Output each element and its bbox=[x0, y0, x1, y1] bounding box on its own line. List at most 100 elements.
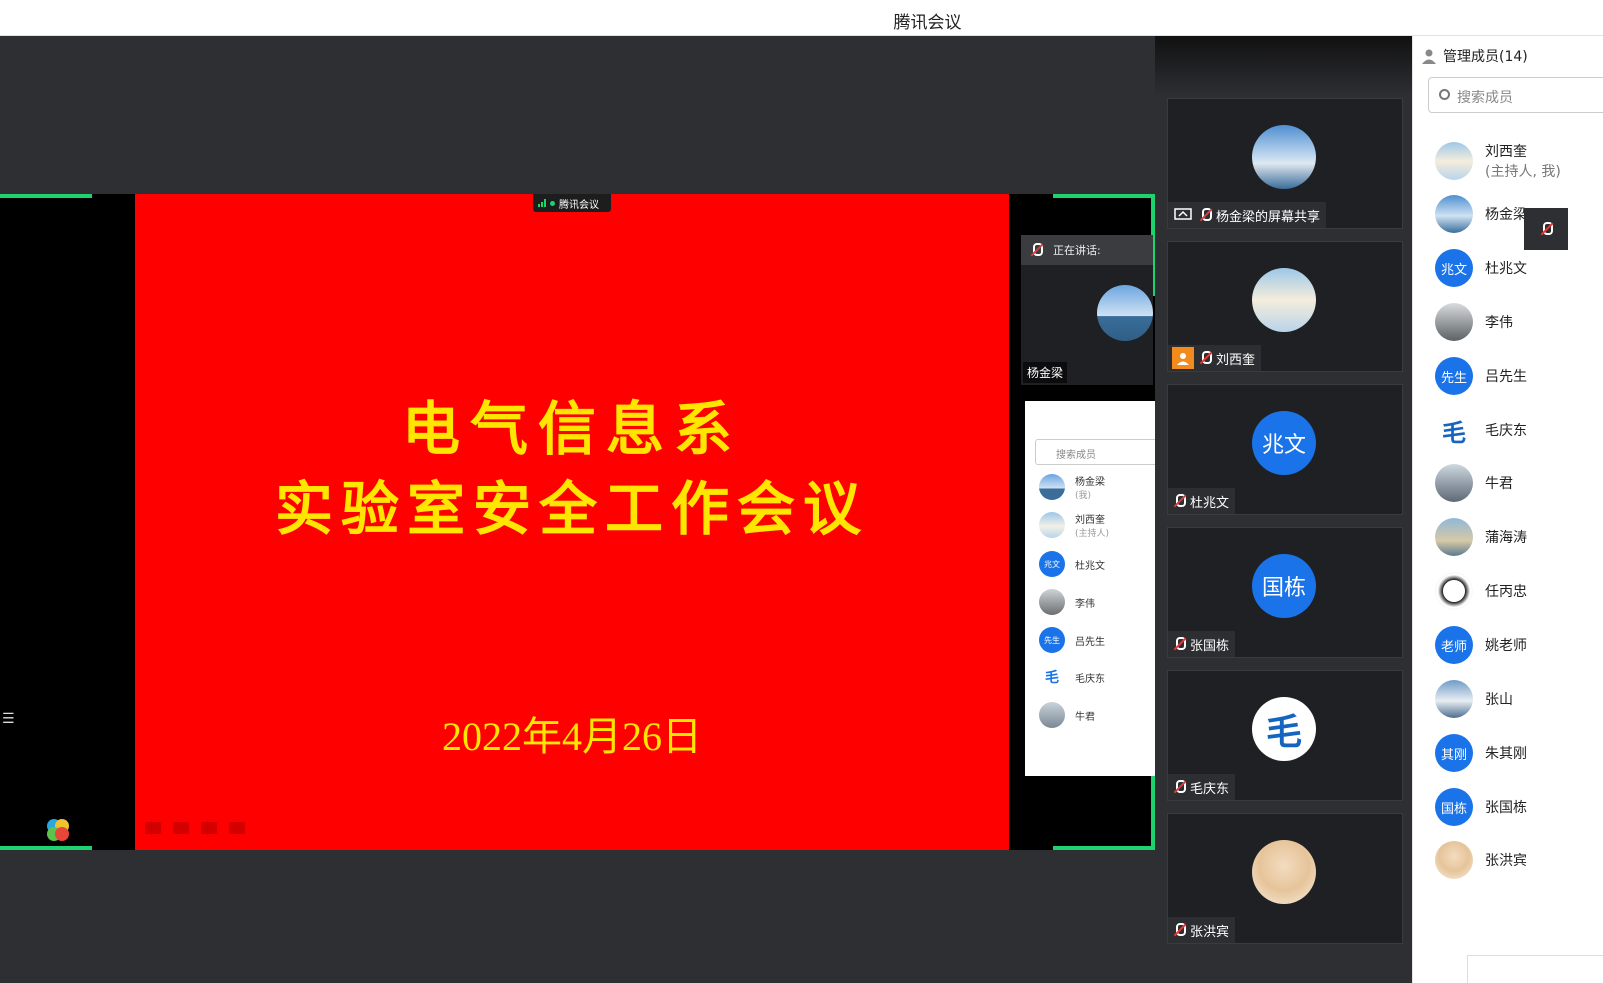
video-tile[interactable]: 毛 毛庆东 bbox=[1167, 670, 1403, 801]
member-name: 牛君 bbox=[1485, 476, 1513, 492]
avatar: 先生 bbox=[1039, 627, 1065, 653]
member-item[interactable]: 兆文 杜兆文 bbox=[1435, 249, 1527, 287]
members-panel: 管理成员(14) 搜索成员 刘西奎 (主持人, 我) 杨金梁 兆文 杜兆文 李伟 … bbox=[1412, 36, 1603, 983]
avatar-text: 毛 bbox=[1265, 712, 1302, 753]
list-item: 杨金梁 (我) bbox=[1039, 473, 1105, 501]
member-name: 姚老师 bbox=[1485, 638, 1527, 654]
member-sub: (我) bbox=[1075, 491, 1092, 501]
avatar: 先生 bbox=[1435, 357, 1473, 395]
member-sub: (主持人) bbox=[1075, 529, 1110, 539]
member-item[interactable]: 老师 姚老师 bbox=[1435, 626, 1527, 664]
video-tile[interactable]: 张洪宾 bbox=[1167, 813, 1403, 944]
member-name: 杜兆文 bbox=[1075, 560, 1105, 572]
mic-muted-icon bbox=[1172, 923, 1186, 937]
shared-members-panel: 搜索成员 杨金梁 (我) 刘西奎 (主持人) 兆文 杜兆文 李伟 先生 吕先生 bbox=[1025, 401, 1159, 776]
slide-title-line1: 电气信息系 bbox=[401, 395, 742, 463]
member-item[interactable]: 蒲海涛 bbox=[1435, 518, 1527, 556]
avatar bbox=[1435, 572, 1473, 610]
list-item: 刘西奎 (主持人) bbox=[1039, 511, 1109, 539]
mic-muted-icon bbox=[1172, 494, 1186, 508]
member-item[interactable]: 牛君 bbox=[1435, 464, 1513, 502]
avatar-text: 先生 bbox=[1440, 370, 1467, 386]
list-item: 毛 毛庆东 bbox=[1039, 664, 1105, 690]
signal-icon bbox=[538, 199, 546, 207]
search-placeholder: 搜索成员 bbox=[1457, 90, 1513, 106]
avatar: 兆文 bbox=[1435, 249, 1473, 287]
user-icon bbox=[1172, 347, 1194, 369]
avatar bbox=[1252, 840, 1316, 904]
avatar-text: 兆文 bbox=[1440, 262, 1467, 278]
video-tiles-column: 杨金梁的屏幕共享 刘西奎 兆文 杜兆文 国栋 张国栋 毛 毛庆东 张洪宾 bbox=[1155, 36, 1412, 983]
tile-name: 张洪宾 bbox=[1190, 924, 1230, 940]
side-menu-icon[interactable]: ☰ bbox=[2, 711, 15, 727]
prev-arrow-icon[interactable] bbox=[145, 822, 161, 834]
window-titlebar: 腾讯会议 bbox=[0, 0, 1603, 36]
member-item[interactable]: 国栋 张国栋 bbox=[1435, 788, 1527, 826]
list-item: 李伟 bbox=[1039, 589, 1095, 615]
member-name: 杨金梁 bbox=[1075, 477, 1105, 488]
video-tile[interactable]: 兆文 杜兆文 bbox=[1167, 384, 1403, 515]
tile-name: 毛庆东 bbox=[1190, 781, 1230, 797]
member-item[interactable]: 刘西奎 (主持人, 我) bbox=[1435, 141, 1561, 181]
list-item: 牛君 bbox=[1039, 702, 1095, 728]
member-item[interactable]: 李伟 bbox=[1435, 303, 1513, 341]
video-tile[interactable]: 刘西奎 bbox=[1167, 241, 1403, 372]
next-arrow-icon[interactable] bbox=[229, 822, 245, 834]
member-name: 蒲海涛 bbox=[1485, 530, 1527, 546]
mic-muted-icon bbox=[1198, 208, 1212, 222]
member-item[interactable]: 先生 吕先生 bbox=[1435, 357, 1527, 395]
screen-share-view[interactable]: 电气信息系 实验室安全工作会议 2022年4月26日 腾讯会议 正在讲话: 杨金… bbox=[0, 194, 1159, 850]
avatar bbox=[1039, 474, 1065, 500]
mic-muted-icon bbox=[1029, 243, 1043, 257]
avatar bbox=[1435, 518, 1473, 556]
members-icon bbox=[1422, 49, 1436, 64]
tile-name: 杨金梁的屏幕共享 bbox=[1216, 209, 1321, 225]
member-name: 李伟 bbox=[1485, 315, 1513, 331]
member-item[interactable]: 杨金梁 bbox=[1435, 195, 1527, 233]
member-item[interactable]: 张山 bbox=[1435, 680, 1513, 718]
member-name: 李伟 bbox=[1075, 598, 1095, 610]
member-name: 张国栋 bbox=[1485, 800, 1527, 816]
active-frame-corner bbox=[1053, 194, 1155, 198]
mic-muted-icon bbox=[1172, 780, 1186, 794]
speaking-indicator: 正在讲话: 杨金梁 bbox=[1021, 235, 1153, 385]
tile-name: 刘西奎 bbox=[1216, 352, 1256, 368]
avatar: 国栋 bbox=[1435, 788, 1473, 826]
avatar-text: 国栋 bbox=[1261, 576, 1306, 601]
member-name: 吕先生 bbox=[1485, 369, 1527, 385]
member-name: 吕先生 bbox=[1075, 636, 1105, 648]
search-icon bbox=[1439, 89, 1450, 100]
main-stage: 电气信息系 实验室安全工作会议 2022年4月26日 腾讯会议 正在讲话: 杨金… bbox=[0, 36, 1159, 983]
avatar bbox=[1252, 125, 1316, 189]
share-banner[interactable]: 腾讯会议 bbox=[533, 194, 611, 212]
avatar-text: 毛 bbox=[1442, 418, 1466, 447]
member-name: 张山 bbox=[1485, 692, 1513, 708]
avatar bbox=[1435, 303, 1473, 341]
mute-toggle-button[interactable] bbox=[1524, 208, 1568, 250]
member-name: 刘西奎 bbox=[1485, 144, 1527, 160]
avatar-text: 老师 bbox=[1440, 639, 1467, 655]
search-input[interactable]: 搜索成员 bbox=[1428, 77, 1603, 113]
avatar: 兆文 bbox=[1252, 411, 1316, 475]
member-name: 毛庆东 bbox=[1075, 673, 1105, 685]
slides-icon[interactable] bbox=[201, 822, 217, 834]
member-item[interactable]: 毛 毛庆东 bbox=[1435, 411, 1527, 449]
avatar bbox=[1039, 512, 1065, 538]
status-dot-icon bbox=[550, 200, 555, 206]
share-banner-label: 腾讯会议 bbox=[559, 199, 599, 211]
avatar bbox=[1435, 195, 1473, 233]
presentation-slide: 电气信息系 实验室安全工作会议 2022年4月26日 bbox=[135, 194, 1009, 850]
member-sub: (主持人, 我) bbox=[1485, 164, 1561, 180]
video-tile[interactable]: 杨金梁的屏幕共享 bbox=[1167, 98, 1403, 229]
member-item[interactable]: 张洪宾 bbox=[1435, 841, 1527, 879]
member-item[interactable]: 其刚 朱其刚 bbox=[1435, 734, 1527, 772]
member-item[interactable]: 任丙忠 bbox=[1435, 572, 1527, 610]
video-tile[interactable]: 国栋 张国栋 bbox=[1167, 527, 1403, 658]
mini-search-input: 搜索成员 bbox=[1035, 439, 1159, 465]
member-name: 张洪宾 bbox=[1485, 853, 1527, 869]
avatar-text: 国栋 bbox=[1440, 801, 1467, 817]
avatar bbox=[1252, 268, 1316, 332]
screen-share-icon bbox=[1172, 204, 1194, 226]
pen-icon[interactable] bbox=[173, 822, 189, 834]
tile-name: 张国栋 bbox=[1190, 638, 1230, 654]
